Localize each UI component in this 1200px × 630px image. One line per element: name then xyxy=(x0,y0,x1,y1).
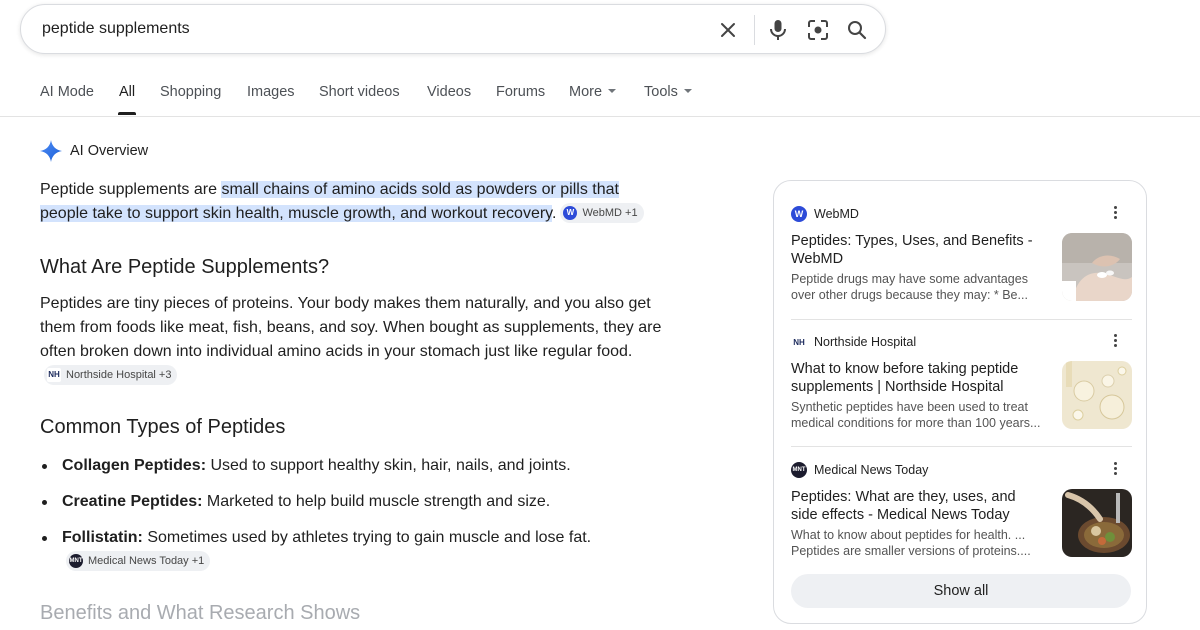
tabs-divider xyxy=(0,116,1200,117)
source-site: MNT Medical News Today xyxy=(791,461,1133,479)
divider xyxy=(791,319,1132,320)
northside-icon: NH xyxy=(47,367,61,382)
source-snippet: What to know about peptides for health. … xyxy=(791,528,1031,558)
intro-highlight: people take to support skin health, musc… xyxy=(40,205,552,222)
tab-forums[interactable]: Forums xyxy=(496,84,545,100)
tab-more-label: More xyxy=(569,84,603,100)
search-icon[interactable] xyxy=(845,18,869,42)
search-input[interactable]: peptide supplements xyxy=(42,20,190,38)
more-options-icon[interactable] xyxy=(1107,332,1123,352)
list-item-term: Collagen Peptides: xyxy=(62,457,207,474)
ai-overview-header: AI Overview xyxy=(40,140,148,162)
list-item-text: Used to support healthy skin, hair, nail… xyxy=(206,457,571,474)
peptide-types-list: Collagen Peptides: Used to support healt… xyxy=(40,454,700,574)
lens-icon[interactable] xyxy=(806,18,830,42)
divider xyxy=(791,446,1132,447)
body-text: Peptides are tiny pieces of proteins. Yo… xyxy=(40,295,662,360)
northside-icon: NH xyxy=(791,334,807,350)
source-item-webmd[interactable]: W WebMD Peptides: Types, Uses, and Benef… xyxy=(791,204,1133,302)
source-site: W WebMD xyxy=(791,205,1133,223)
source-site: NH Northside Hospital xyxy=(791,333,1133,351)
intro-highlight: small chains of amino acids sold as powd… xyxy=(221,181,619,198)
list-item-text: Sometimes used by athletes trying to gai… xyxy=(142,529,592,546)
list-item-term: Follistatin: xyxy=(62,529,143,546)
tab-tools-label: Tools xyxy=(644,84,678,100)
tab-all[interactable]: All xyxy=(119,84,135,100)
source-title[interactable]: Peptides: What are they, uses, and side … xyxy=(791,488,1046,524)
tab-shopping[interactable]: Shopping xyxy=(160,84,221,100)
show-all-button[interactable]: Show all xyxy=(791,574,1131,608)
chevron-down-icon xyxy=(683,89,692,94)
more-options-icon[interactable] xyxy=(1107,204,1123,224)
search-bar[interactable]: peptide supplements xyxy=(20,4,886,54)
mic-icon[interactable] xyxy=(766,18,790,42)
citation-chip[interactable]: W WebMD +1 xyxy=(560,202,644,223)
chevron-down-icon xyxy=(608,89,617,94)
section-heading: Common Types of Peptides xyxy=(40,416,286,438)
source-thumbnail[interactable] xyxy=(1062,233,1132,301)
citation-chip-label: Medical News Today +1 xyxy=(88,554,205,567)
citation-chip[interactable]: NH Northside Hospital +3 xyxy=(44,364,178,385)
source-snippet: Synthetic peptides have been used to tre… xyxy=(791,400,1041,430)
active-tab-indicator xyxy=(118,112,136,115)
sparkle-icon xyxy=(40,140,62,162)
webmd-icon: W xyxy=(791,206,807,222)
source-site-name: Northside Hospital xyxy=(814,335,917,349)
tab-tools[interactable]: Tools xyxy=(644,84,692,100)
list-item: Follistatin: Sometimes used by athletes … xyxy=(40,526,602,574)
body-paragraph: Peptides are tiny pieces of proteins. Yo… xyxy=(40,292,680,388)
source-item-northside[interactable]: NH Northside Hospital What to know befor… xyxy=(791,332,1133,430)
list-item-term: Creatine Peptides: xyxy=(62,493,203,510)
list-item: Creatine Peptides: Marketed to help buil… xyxy=(40,490,700,514)
intro-paragraph: Peptide supplements are small chains of … xyxy=(40,178,700,226)
close-icon[interactable] xyxy=(716,18,740,42)
mnt-icon: MNT xyxy=(69,553,83,568)
search-divider xyxy=(754,15,755,45)
tab-more[interactable]: More xyxy=(569,84,617,100)
source-thumbnail[interactable] xyxy=(1062,489,1132,557)
citation-chip-label: Northside Hospital +3 xyxy=(66,368,172,381)
ai-overview-label: AI Overview xyxy=(70,143,149,159)
tab-short-videos[interactable]: Short videos xyxy=(319,84,400,100)
intro-end: . xyxy=(551,205,557,222)
list-item: Collagen Peptides: Used to support healt… xyxy=(40,454,700,478)
mnt-icon: MNT xyxy=(791,462,807,478)
tab-videos[interactable]: Videos xyxy=(427,84,471,100)
citation-chip[interactable]: MNT Medical News Today +1 xyxy=(66,550,211,571)
source-item-mnt[interactable]: MNT Medical News Today Peptides: What ar… xyxy=(791,460,1133,558)
list-item-text: Marketed to help build muscle strength a… xyxy=(202,493,551,510)
section-heading: What Are Peptide Supplements? xyxy=(40,256,330,278)
source-site-name: Medical News Today xyxy=(814,463,929,477)
tab-images[interactable]: Images xyxy=(247,84,295,100)
section-heading-faded: Benefits and What Research Shows xyxy=(40,602,361,624)
source-snippet: Peptide drugs may have some advantages o… xyxy=(791,272,1028,302)
sources-card: W WebMD Peptides: Types, Uses, and Benef… xyxy=(773,180,1147,624)
source-title[interactable]: What to know before taking peptide suppl… xyxy=(791,360,1046,396)
webmd-icon: W xyxy=(563,205,578,220)
source-thumbnail[interactable] xyxy=(1062,361,1132,429)
more-options-icon[interactable] xyxy=(1107,460,1123,480)
source-title[interactable]: Peptides: Types, Uses, and Benefits - We… xyxy=(791,232,1046,268)
source-site-name: WebMD xyxy=(814,207,859,221)
intro-text: Peptide supplements are xyxy=(40,181,222,198)
ai-overview-content: Peptide supplements are small chains of … xyxy=(40,178,700,574)
tab-ai-mode[interactable]: AI Mode xyxy=(40,84,94,100)
citation-chip-label: WebMD +1 xyxy=(582,206,638,219)
